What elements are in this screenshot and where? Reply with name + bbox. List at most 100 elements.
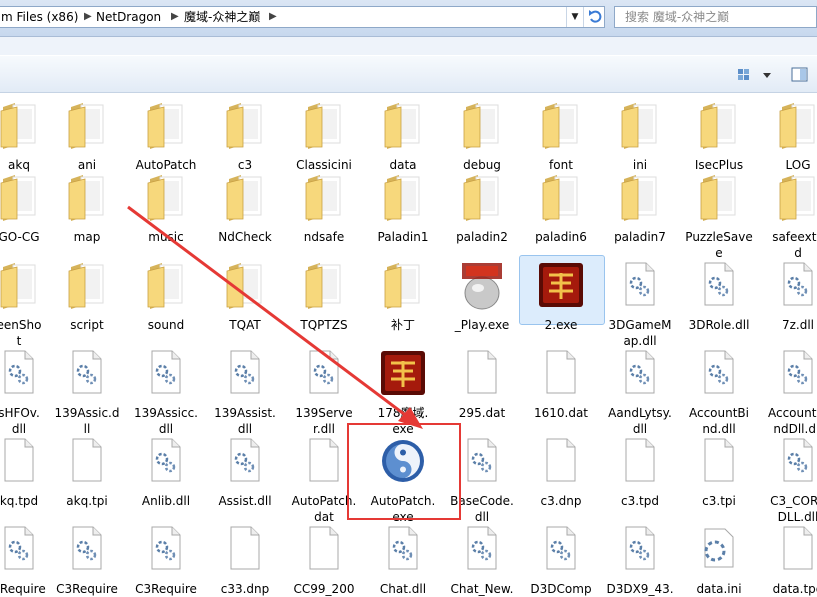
file-label: C3Require [56,582,118,596]
file-label: 3DRole.dll [688,318,750,332]
dll-file-icon [622,349,658,399]
file-label: ini [632,158,648,172]
dll-file-icon [148,525,184,575]
file-label: IsecPlus [694,158,744,172]
file-label: TQAT [229,318,261,332]
file-label: debug [463,158,501,172]
file-label: Anlib.dll [141,494,191,508]
folder-icon [383,173,423,225]
folder-icon [778,173,817,225]
folder-icon [778,101,817,153]
file-label: ani [77,158,97,172]
file-label: paladin7 [614,230,666,244]
file-label: Chat.dll [379,582,427,596]
game-application-icon [537,261,585,313]
file-icon [543,349,579,399]
breadcrumb-arrow-icon[interactable]: ▶ [84,7,92,27]
folder-icon [225,101,265,153]
autopatch-application-icon [379,437,427,489]
file-label: AutoPatch. exe [370,494,436,524]
dll-file-icon [780,349,816,399]
dll-file-icon [701,261,737,311]
folder-icon [304,173,344,225]
file-label: Chat_New. [450,582,514,596]
breadcrumb-segment[interactable]: m Files (x86) [1,7,78,27]
search-input[interactable]: 搜索 魔域-众神之巅 [614,6,817,28]
file-label: AccountBi ndDll.dll [767,406,817,436]
file-label: Classicini [296,158,352,172]
folder-icon [462,173,502,225]
dll-file-icon [780,437,816,487]
folder-icon [0,261,39,313]
file-label: PuzzleSave e [685,230,753,260]
file-icon [622,437,658,487]
file-label: c3.dnp [540,494,582,508]
dll-file-icon [464,437,500,487]
file-label: safeexte d [772,230,817,260]
file-icon [306,525,342,575]
folder-icon [699,173,739,225]
file-icon [780,525,816,575]
file-icon [227,525,263,575]
file-label: NdCheck [218,230,272,244]
file-label: sound [147,318,185,332]
dll-file-icon [148,437,184,487]
folder-icon [225,261,265,313]
dll-file-icon [622,525,658,575]
folder-icon [541,101,581,153]
folder-icon [0,101,39,153]
view-options-icon[interactable] [735,66,775,84]
file-label: paladin2 [456,230,508,244]
file-label: ndsafe [303,230,345,244]
file-label: data.tpd [772,582,817,596]
folder-icon [67,101,107,153]
preview-pane-icon[interactable] [790,66,810,84]
dll-file-icon [69,349,105,399]
file-label: 3DGameM ap.dll [608,318,672,348]
file-label: 139Assist. dll [214,406,276,436]
dll-file-icon [1,525,37,575]
folder-icon [620,101,660,153]
file-label: D3DX9_43. [606,582,674,596]
breadcrumb-segment[interactable]: 魔域-众神之巅 [184,7,260,27]
file-label: c33.dnp [220,582,270,596]
file-label: map [73,230,101,244]
file-label: music [148,230,184,244]
settings-file-icon [699,525,739,575]
folder-icon [67,173,107,225]
file-label: c3 [237,158,253,172]
folder-icon [0,173,39,225]
file-icon [69,437,105,487]
game-application-icon [379,349,427,401]
folder-icon [146,173,186,225]
address-dropdown-icon[interactable]: ▼ [566,7,583,27]
file-label: 295.dat [458,406,506,420]
address-bar-area: m Files (x86) ▶ NetDragon ▶ 魔域-众神之巅 ▶ ▼ … [0,0,817,37]
dll-file-icon [1,349,37,399]
file-label: BaseCode. dll [450,494,514,524]
file-label: 1610.dat [533,406,589,420]
file-label: c3.tpi [702,494,736,508]
dll-file-icon [227,437,263,487]
folder-icon [304,261,344,313]
file-label: D3DComp [530,582,592,596]
file-label: 2.exe [544,318,578,332]
file-icon [543,437,579,487]
file-label: c3.tpd [621,494,659,508]
folder-icon [146,261,186,313]
file-icon [464,349,500,399]
file-label: AutoPatch. dat [291,494,357,524]
dll-file-icon [148,349,184,399]
file-label: 7z.dll [781,318,815,332]
folder-icon [620,173,660,225]
breadcrumb-arrow-icon[interactable]: ▶ [269,7,277,27]
address-bar[interactable]: m Files (x86) ▶ NetDragon ▶ 魔域-众神之巅 ▶ ▼ [0,6,605,28]
breadcrumb-arrow-icon[interactable]: ▶ [171,7,179,27]
dll-file-icon [780,261,816,311]
folder-icon [225,173,265,225]
file-label: akq.tpi [66,494,108,508]
folder-icon [304,101,344,153]
refresh-icon[interactable] [583,7,606,27]
breadcrumb-segment[interactable]: NetDragon [96,7,161,27]
dll-file-icon [701,349,737,399]
